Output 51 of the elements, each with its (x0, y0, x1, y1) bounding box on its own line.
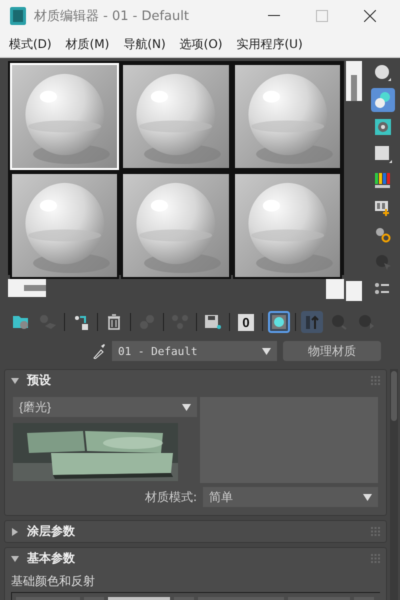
caret-icon (262, 348, 271, 354)
checker-sphere-icon (375, 119, 392, 135)
menu-item[interactable]: 实用程序(U) (236, 36, 303, 53)
maximize-icon (316, 10, 328, 22)
expand-icon (11, 528, 19, 536)
collapse-icon (11, 376, 19, 384)
scrollbar[interactable] (390, 369, 398, 600)
group-label: 基础颜色和反射 (11, 573, 96, 590)
rollout-header[interactable]: 基本参数 (5, 548, 386, 569)
minimize-icon (268, 15, 280, 17)
rollout-header[interactable]: 预设 (5, 370, 386, 391)
app-logo-icon (10, 7, 26, 25)
eyedropper-icon[interactable] (92, 343, 106, 359)
menu-item[interactable]: 模式(D) (9, 36, 52, 53)
checker-sphere-icon (272, 315, 286, 329)
grip-icon (371, 376, 380, 385)
scroll-handle[interactable] (346, 61, 362, 101)
save-icon (204, 314, 222, 330)
gear-icon (374, 226, 392, 244)
square-icon (374, 145, 392, 163)
sphere-icon (357, 314, 375, 330)
menu-item[interactable]: 导航(N) (123, 36, 166, 53)
material-name-dropdown[interactable]: 01 - Default (112, 341, 277, 361)
grip-icon (371, 554, 380, 563)
mode-dropdown[interactable]: 简单 (203, 487, 378, 507)
menu-item[interactable]: 选项(O) (180, 36, 222, 53)
scroll-handle[interactable] (8, 279, 46, 297)
color-bars-icon (374, 172, 392, 190)
tool-button[interactable] (371, 88, 396, 112)
scroll-handle[interactable] (346, 281, 362, 301)
folder-icon (12, 314, 30, 330)
tool-button[interactable] (268, 311, 290, 333)
spheres-icon (374, 91, 392, 109)
grip-icon (371, 527, 380, 536)
menu-item[interactable]: 材质(M) (66, 36, 110, 53)
mode-label: 材质模式: (144, 488, 197, 506)
trash-icon (107, 314, 121, 330)
caret-icon (182, 404, 191, 410)
pointer-icon (374, 253, 392, 271)
preset-dropdown[interactable]: {磨光} (13, 397, 197, 417)
close-icon (364, 10, 376, 22)
window-title: 材质编辑器 - 01 - Default (34, 8, 190, 25)
caret-icon (363, 494, 372, 500)
sphere-icon (330, 314, 348, 330)
sphere-icon (374, 64, 392, 82)
collapse-icon (11, 554, 19, 562)
up-arrow-icon (304, 314, 320, 330)
scroll-handle[interactable] (326, 279, 344, 299)
arrow-icon (73, 314, 89, 330)
material-type-button[interactable]: 物理材质 (283, 341, 381, 361)
rollout-header[interactable]: 涂层参数 (5, 521, 386, 542)
